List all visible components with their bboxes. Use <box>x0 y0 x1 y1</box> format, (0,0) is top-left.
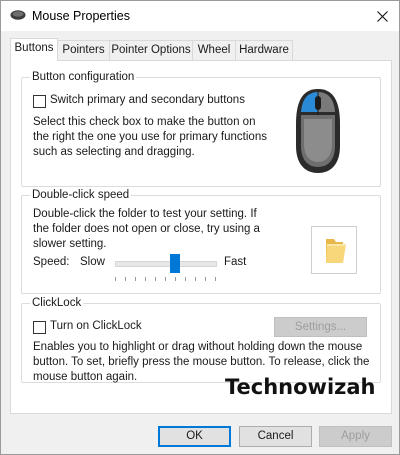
watermark-text: Technowizah <box>225 375 376 399</box>
slider-tick <box>155 277 156 281</box>
slider-tick <box>195 277 196 281</box>
test-folder-area[interactable] <box>311 226 357 274</box>
title-bar: Mouse Properties <box>1 1 399 31</box>
mouse-illustration <box>293 86 343 176</box>
tab-panel-buttons: Button configuration Switch primary and … <box>10 60 392 414</box>
button-configuration-legend: Button configuration <box>32 71 135 83</box>
slider-tick <box>205 277 206 281</box>
double-click-speed-legend: Double-click speed <box>32 189 130 201</box>
button-config-description: Select this check box to make the button… <box>33 116 267 158</box>
clicklock-settings-button[interactable]: Settings... <box>274 317 367 337</box>
cancel-button[interactable]: Cancel <box>239 426 312 447</box>
tab-pointer-options[interactable]: Pointer Options <box>109 40 193 60</box>
clicklock-legend: ClickLock <box>32 297 82 309</box>
close-icon <box>376 10 388 22</box>
slider-tick <box>185 277 186 281</box>
window-title: Mouse Properties <box>32 9 130 23</box>
switch-buttons-checkbox[interactable] <box>33 95 46 108</box>
apply-button[interactable]: Apply <box>319 426 392 447</box>
slow-label: Slow <box>80 256 105 268</box>
mouse-properties-window: Mouse Properties Buttons Pointers Pointe… <box>0 0 400 455</box>
slider-tick <box>125 277 126 281</box>
slider-tick <box>145 277 146 281</box>
switch-buttons-label[interactable]: Switch primary and secondary buttons <box>50 93 245 108</box>
close-button[interactable] <box>365 1 399 31</box>
folder-icon <box>326 239 346 263</box>
slider-tick <box>175 277 176 281</box>
slider-tick <box>135 277 136 281</box>
double-click-speed-slider[interactable] <box>115 253 219 283</box>
slider-thumb[interactable] <box>170 254 180 273</box>
tab-wheel[interactable]: Wheel <box>192 40 236 60</box>
clicklock-checkbox[interactable] <box>33 321 46 334</box>
speed-label: Speed: <box>33 256 70 268</box>
clicklock-label[interactable]: Turn on ClickLock <box>50 319 142 334</box>
slider-tick <box>215 277 216 281</box>
double-click-description: Double-click the folder to test your set… <box>33 208 260 250</box>
mouse-app-icon <box>10 9 26 21</box>
tab-buttons[interactable]: Buttons <box>10 38 58 61</box>
tab-hardware[interactable]: Hardware <box>235 40 293 60</box>
fast-label: Fast <box>224 256 247 268</box>
slider-tick <box>165 277 166 281</box>
tab-pointers[interactable]: Pointers <box>57 40 110 60</box>
slider-tick <box>115 277 116 281</box>
ok-button[interactable]: OK <box>158 426 231 447</box>
slider-track <box>115 261 217 267</box>
